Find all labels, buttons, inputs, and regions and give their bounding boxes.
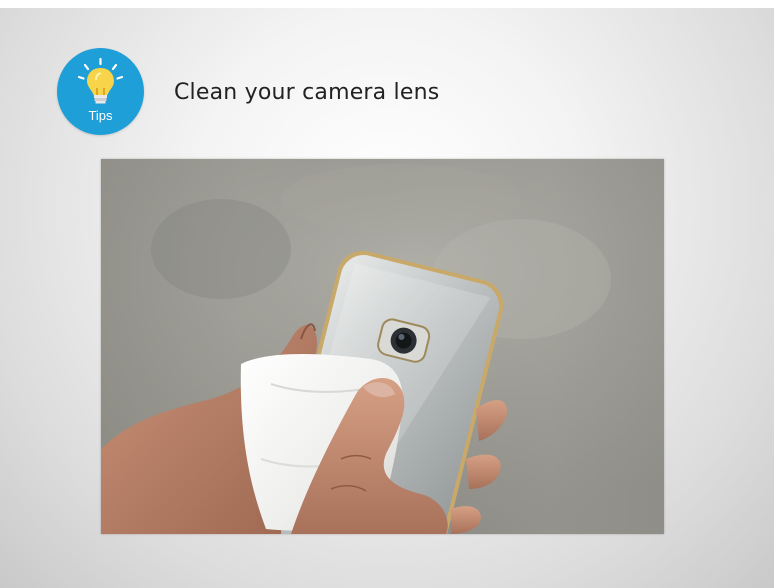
slide: Tips Clean your camera lens <box>0 0 774 588</box>
tips-badge: Tips <box>57 48 144 135</box>
top-strip <box>0 0 774 8</box>
slide-title: Clean your camera lens <box>174 80 440 105</box>
tips-label: Tips <box>88 108 113 123</box>
hands-cleaning-phone-photo <box>101 159 664 534</box>
